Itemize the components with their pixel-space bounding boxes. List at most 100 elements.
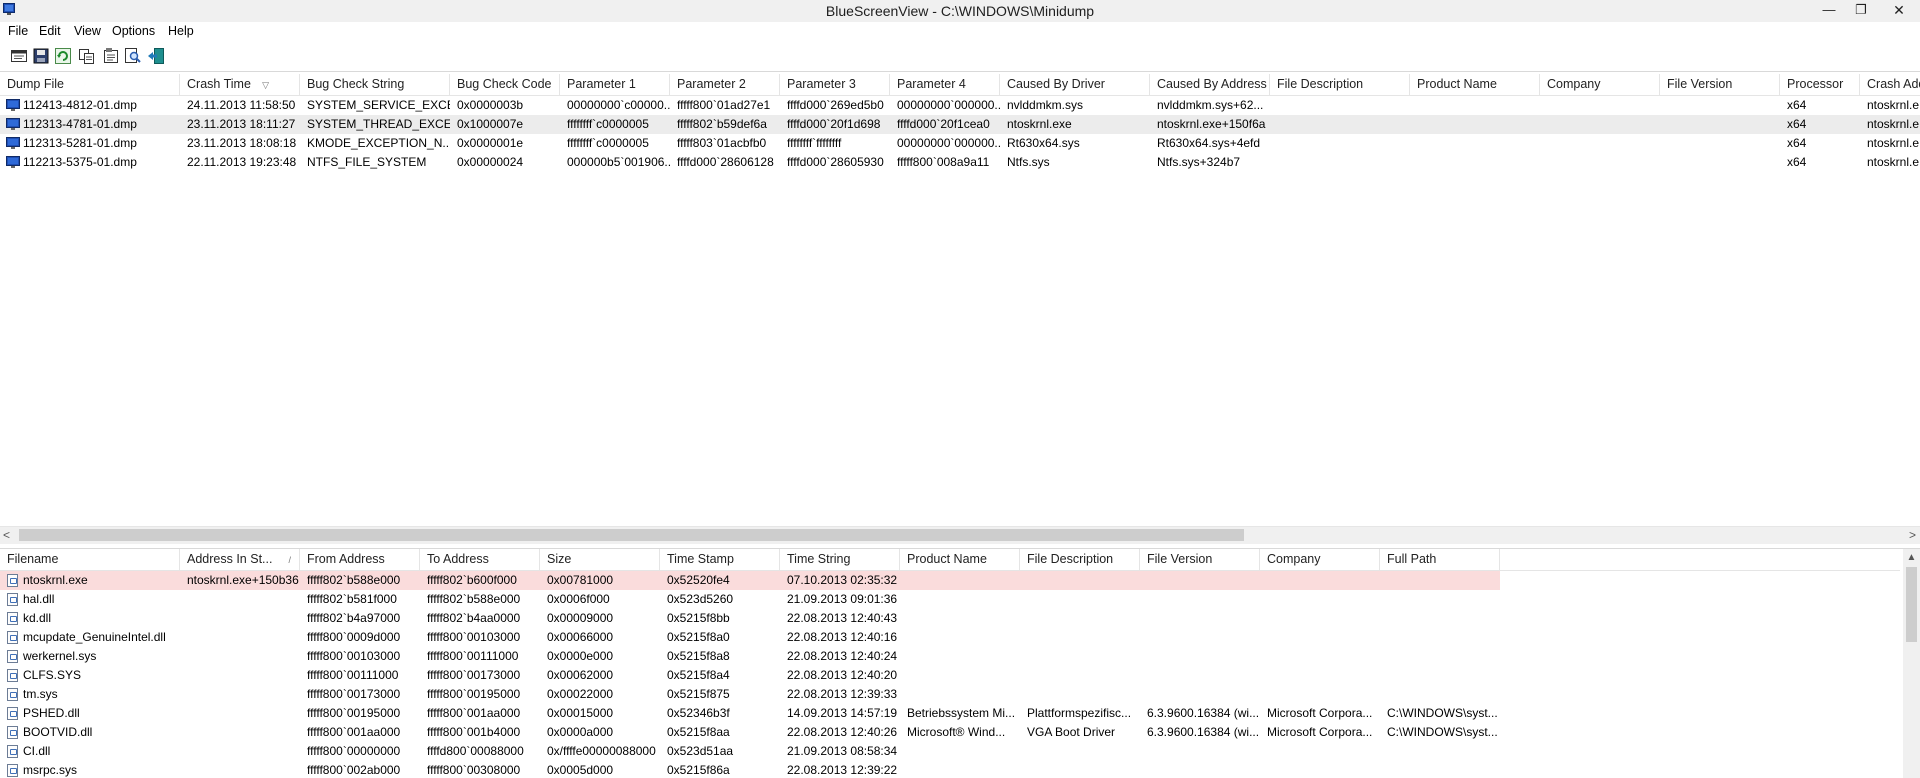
- column-parameter-3[interactable]: Parameter 3: [780, 74, 890, 95]
- restore-button[interactable]: ❐: [1848, 0, 1874, 22]
- driver-row[interactable]: mcupdate_GenuineIntel.dll fffff800`0009d0…: [0, 628, 1500, 647]
- column-from-address[interactable]: From Address: [300, 549, 420, 570]
- crash-cell: 112213-5375-01.dmp: [23, 155, 137, 169]
- crash-cell: 00000000`000000...: [897, 136, 1000, 150]
- column-file-description[interactable]: File Description: [1270, 74, 1410, 95]
- vertical-scrollbar[interactable]: ▲: [1903, 549, 1920, 778]
- driver-cell: fffff800`00000000: [307, 744, 401, 758]
- menu-help[interactable]: Help: [168, 24, 194, 38]
- column-time-string[interactable]: Time String: [780, 549, 900, 570]
- driver-cell: [1020, 590, 1140, 609]
- scroll-right-icon[interactable]: >: [1909, 527, 1916, 544]
- scroll-up-icon[interactable]: ▲: [1903, 549, 1920, 566]
- save-icon[interactable]: [32, 47, 50, 65]
- copy-icon[interactable]: [78, 47, 96, 65]
- driver-row[interactable]: CLFS.SYS fffff800`00111000 fffff800`001730…: [0, 666, 1500, 685]
- crash-cell: fffff800`01ad27e1: [677, 98, 771, 112]
- crash-cell: 00000000`000000...: [897, 98, 1000, 112]
- driver-row[interactable]: msrpc.sys fffff800`002ab000 fffff800`00308…: [0, 761, 1500, 778]
- driver-cell: CLFS.SYS: [23, 668, 82, 682]
- driver-row[interactable]: hal.dll fffff802`b581f000 fffff802`b588e00…: [0, 590, 1500, 609]
- exit-icon[interactable]: [147, 47, 165, 65]
- column-product-name[interactable]: Product Name: [1410, 74, 1540, 95]
- crash-cell: [1540, 115, 1660, 134]
- crash-row[interactable]: 112213-5375-01.dmp 22.11.2013 19:23:48 NTF…: [0, 153, 1920, 172]
- crash-cell: [1660, 96, 1780, 115]
- driver-row[interactable]: kd.dll fffff802`b4a97000 fffff802`b4aa0000…: [0, 609, 1500, 628]
- column-filename[interactable]: Filename: [0, 549, 180, 570]
- column-full-path[interactable]: Full Path: [1380, 549, 1500, 570]
- driver-row[interactable]: BOOTVID.dll fffff800`001aa000 fffff800`001…: [0, 723, 1500, 742]
- column-address-in-stack[interactable]: Address In St... /: [180, 549, 300, 570]
- scroll-left-icon[interactable]: <: [3, 527, 10, 544]
- driver-row[interactable]: werkernel.sys fffff800`00103000 fffff800`0…: [0, 647, 1500, 666]
- driver-cell: fffff800`00103000: [427, 630, 521, 644]
- column-company[interactable]: Company: [1540, 74, 1660, 95]
- crash-cell: ntoskrnl.e: [1867, 98, 1920, 112]
- column-file-version[interactable]: File Version: [1660, 74, 1780, 95]
- column-parameter-1[interactable]: Parameter 1: [560, 74, 670, 95]
- crash-cell: 0x00000024: [457, 155, 524, 169]
- driver-cell: fffff800`00308000: [427, 763, 521, 777]
- driver-list: Filename Address In St... / From Address …: [0, 548, 1920, 778]
- column-company[interactable]: Company: [1260, 549, 1380, 570]
- find-icon[interactable]: [124, 47, 142, 65]
- driver-row[interactable]: ntoskrnl.exe ntoskrnl.exe+150b36 fffff802`…: [0, 571, 1500, 590]
- menu-options[interactable]: Options: [112, 24, 155, 38]
- close-button[interactable]: ✕: [1882, 0, 1916, 22]
- driver-cell: [1140, 666, 1260, 685]
- driver-cell: fffff800`00173000: [307, 687, 401, 701]
- column-bug-check-code[interactable]: Bug Check Code: [450, 74, 560, 95]
- crash-cell: ffffffff`c0000005: [567, 117, 649, 131]
- column-time-stamp[interactable]: Time Stamp: [660, 549, 780, 570]
- driver-cell: [1260, 647, 1380, 666]
- menu-file[interactable]: File: [8, 24, 28, 38]
- html-report-icon[interactable]: [102, 47, 120, 65]
- minimize-button[interactable]: —: [1816, 0, 1842, 22]
- driver-cell: fffff800`00173000: [427, 668, 521, 682]
- crash-row[interactable]: 112313-4781-01.dmp 23.11.2013 18:11:27 SYS…: [0, 115, 1920, 134]
- refresh-icon[interactable]: [54, 47, 72, 65]
- horizontal-scroll-thumb[interactable]: [19, 529, 1244, 541]
- driver-cell: [900, 628, 1020, 647]
- driver-cell: [1260, 666, 1380, 685]
- crash-row[interactable]: 112313-5281-01.dmp 23.11.2013 18:08:18 KMO…: [0, 134, 1920, 153]
- menu-edit[interactable]: Edit: [39, 24, 61, 38]
- column-caused-by-driver[interactable]: Caused By Driver: [1000, 74, 1150, 95]
- driver-cell: [1020, 666, 1140, 685]
- column-file-description[interactable]: File Description: [1020, 549, 1140, 570]
- column-dump-file[interactable]: Dump File: [0, 74, 180, 95]
- driver-cell: 0x5215f8a8: [667, 649, 730, 663]
- crash-cell: Rt630x64.sys: [1007, 136, 1080, 150]
- crash-cell: ffffffff`c0000005: [567, 136, 649, 150]
- crash-cell: SYSTEM_SERVICE_EXCE...: [307, 98, 450, 112]
- column-product-name[interactable]: Product Name: [900, 549, 1020, 570]
- driver-row[interactable]: tm.sys fffff800`00173000 fffff800`00195000…: [0, 685, 1500, 704]
- properties-icon[interactable]: [10, 47, 28, 65]
- column-crash-time[interactable]: Crash Time ▽: [180, 74, 300, 95]
- column-parameter-4[interactable]: Parameter 4: [890, 74, 1000, 95]
- driver-row[interactable]: PSHED.dll fffff800`00195000 fffff800`001aa…: [0, 704, 1500, 723]
- horizontal-scrollbar[interactable]: < >: [0, 526, 1920, 544]
- crash-cell: 112413-4812-01.dmp: [23, 98, 137, 112]
- crash-cell: [1540, 96, 1660, 115]
- column-crash-address[interactable]: Crash Add: [1860, 74, 1920, 95]
- driver-cell: mcupdate_GenuineIntel.dll: [23, 630, 166, 644]
- column-processor[interactable]: Processor: [1780, 74, 1860, 95]
- driver-cell: [1260, 609, 1380, 628]
- driver-cell: 22.08.2013 12:40:26: [787, 725, 898, 739]
- driver-row[interactable]: CI.dll fffff800`00000000 ffffd800`00088000…: [0, 742, 1500, 761]
- column-size[interactable]: Size: [540, 549, 660, 570]
- crash-cell: nvlddmkm.sys: [1007, 98, 1084, 112]
- column-bug-check-string[interactable]: Bug Check String: [300, 74, 450, 95]
- column-caused-by-address[interactable]: Caused By Address: [1150, 74, 1270, 95]
- driver-cell: 21.09.2013 08:58:34: [787, 744, 898, 758]
- vertical-scroll-thumb[interactable]: [1906, 567, 1917, 642]
- menu-view[interactable]: View: [74, 24, 101, 38]
- toolbar: [0, 42, 1920, 72]
- column-parameter-2[interactable]: Parameter 2: [670, 74, 780, 95]
- crash-cell: [1270, 153, 1410, 172]
- column-to-address[interactable]: To Address: [420, 549, 540, 570]
- column-file-version[interactable]: File Version: [1140, 549, 1260, 570]
- crash-row[interactable]: 112413-4812-01.dmp 24.11.2013 11:58:50 SYS…: [0, 96, 1920, 115]
